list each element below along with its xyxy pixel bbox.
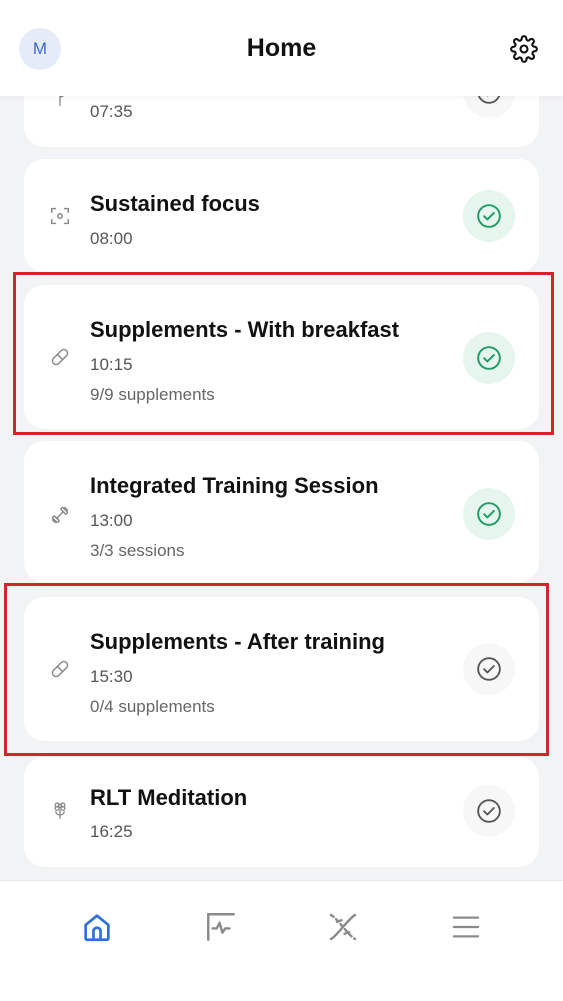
complete-toggle[interactable] xyxy=(463,332,515,384)
nav-menu[interactable] xyxy=(446,907,486,947)
check-circle-icon xyxy=(477,799,501,823)
card-time: 10:15 xyxy=(90,355,133,374)
gear-icon xyxy=(510,35,538,63)
card-title: Supplements - With breakfast xyxy=(90,317,400,342)
card-title: Supplements - After training xyxy=(90,629,385,654)
card-subtitle: 3/3 sessions xyxy=(90,541,185,560)
check-circle-icon xyxy=(477,204,501,228)
settings-button[interactable] xyxy=(509,34,539,64)
card-time: 08:00 xyxy=(90,229,133,248)
schedule-card[interactable]: Supplements - With breakfast 10:15 9/9 s… xyxy=(24,285,539,429)
schedule-card[interactable]: RLT Meditation 16:25 xyxy=(24,757,539,867)
check-circle-icon xyxy=(477,657,501,681)
nav-home[interactable] xyxy=(77,907,117,947)
check-circle-icon xyxy=(477,346,501,370)
card-time: 07:35 xyxy=(90,102,133,121)
bottom-nav xyxy=(0,880,563,1001)
schedule-card[interactable]: Supplements - After training 15:30 0/4 s… xyxy=(24,597,539,741)
card-subtitle: 0/4 supplements xyxy=(90,697,215,716)
page-title: Home xyxy=(246,34,317,62)
complete-toggle[interactable] xyxy=(463,785,515,837)
focus-icon xyxy=(48,204,72,228)
home-screen: 07:35 Sustained focus 08:00 Supplements … xyxy=(0,0,563,1001)
activity-icon xyxy=(207,913,235,941)
schedule-card[interactable]: Integrated Training Session 13:00 3/3 se… xyxy=(24,441,539,582)
card-title: Sustained focus xyxy=(90,191,260,216)
complete-toggle[interactable] xyxy=(463,488,515,540)
menu-icon xyxy=(452,916,480,938)
card-time: 16:25 xyxy=(90,822,133,841)
complete-toggle[interactable] xyxy=(463,190,515,242)
card-title: RLT Meditation xyxy=(90,785,248,810)
dna-icon xyxy=(329,913,357,941)
home-icon xyxy=(84,914,110,942)
nav-dna[interactable] xyxy=(323,907,363,947)
complete-toggle[interactable] xyxy=(463,643,515,695)
card-time: 13:00 xyxy=(90,511,133,530)
flower-icon xyxy=(48,798,72,822)
app-header: M Home xyxy=(0,0,563,96)
pill-icon xyxy=(48,657,72,681)
card-subtitle: 9/9 supplements xyxy=(90,385,215,404)
pill-icon xyxy=(48,345,72,369)
nav-activity[interactable] xyxy=(201,907,241,947)
card-title: Integrated Training Session xyxy=(90,473,379,498)
card-time: 15:30 xyxy=(90,667,133,686)
dumbbell-icon xyxy=(48,503,72,527)
check-circle-icon xyxy=(477,502,501,526)
schedule-card[interactable]: Sustained focus 08:00 xyxy=(24,159,539,272)
